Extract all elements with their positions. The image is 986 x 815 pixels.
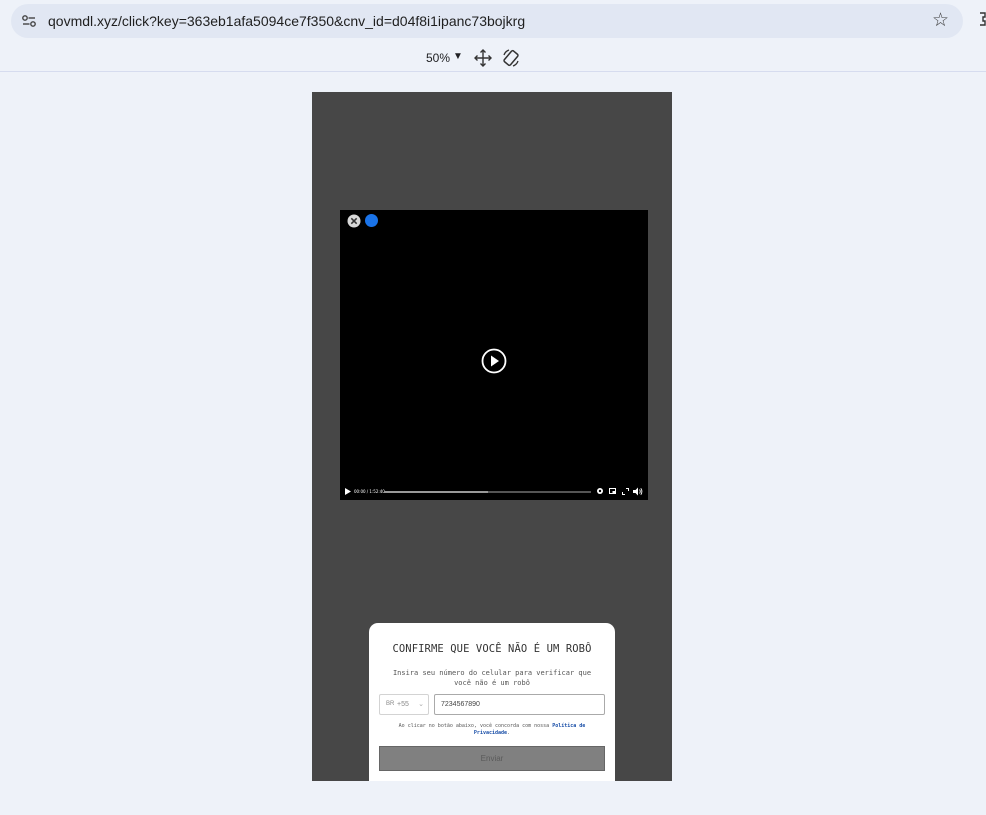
rotate-icon[interactable] [501,48,521,68]
play-icon[interactable] [481,348,507,374]
terms-prefix: Ao clicar no botão abaixo, você concorda… [398,723,550,729]
video-controls: 00:00 / 1:52:40 [340,484,648,500]
settings-icon[interactable] [596,487,604,495]
progress-fill [384,491,488,493]
fullscreen-icon[interactable] [622,488,629,495]
device-toolbar: 50% ▼ [0,45,986,72]
chevron-down-icon[interactable]: ▼ [453,51,463,62]
phone-input[interactable]: 7234567890 [434,694,605,715]
volume-icon[interactable] [633,487,643,496]
tune-icon[interactable] [21,13,37,29]
terms-suffix: . [507,730,511,736]
address-bar[interactable]: qovmdl.xyz/click?key=363eb1afa5094ce7f35… [11,4,963,38]
zoom-level[interactable]: 50% [426,51,450,65]
video-time: 00:00 / 1:52:40 [354,489,385,494]
device-viewport: 00:00 / 1:52:40 CONFIRME QUE VOCÊ NÃO É … [312,92,672,781]
terms-text: Ao clicar no botão abaixo, você concorda… [383,723,601,737]
extension-icon[interactable] [978,11,986,27]
country-code: +55 [397,701,409,708]
country-code-select[interactable]: BR +55 ⌄ [379,694,429,715]
video-player[interactable]: 00:00 / 1:52:40 [340,210,648,500]
verification-modal: CONFIRME QUE VOCÊ NÃO É UM ROBÔ Insira s… [369,623,615,781]
country-flag: BR [386,701,395,707]
modal-subtitle: Insira seu número do celular para verifi… [392,669,592,687]
play-icon[interactable] [345,488,351,495]
info-icon[interactable] [365,214,378,227]
close-icon[interactable] [347,214,361,228]
move-icon[interactable] [474,49,492,67]
url-text[interactable]: qovmdl.xyz/click?key=363eb1afa5094ce7f35… [48,13,525,29]
star-icon[interactable]: ☆ [932,10,949,32]
submit-button[interactable]: Enviar [379,746,605,771]
browser-toolbar: qovmdl.xyz/click?key=363eb1afa5094ce7f35… [0,0,986,44]
modal-title: CONFIRME QUE VOCÊ NÃO É UM ROBÔ [392,643,592,655]
progress-bar[interactable] [384,491,591,493]
picture-in-picture-icon[interactable] [609,488,616,494]
chevron-down-icon: ⌄ [418,701,424,708]
